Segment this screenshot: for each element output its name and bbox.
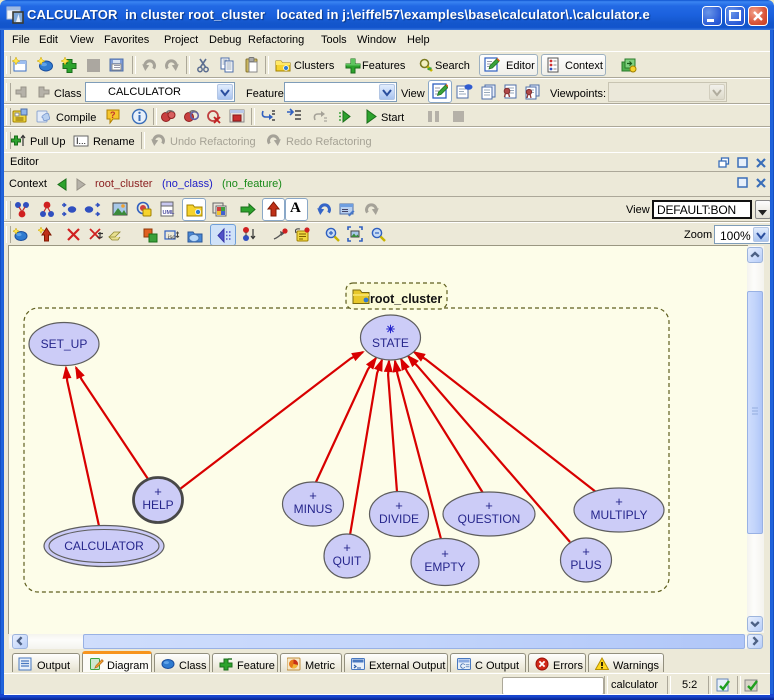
svg-text:EMPTY: EMPTY [424, 560, 465, 574]
svg-text:root_cluster: root_cluster [370, 292, 442, 306]
svg-text:STATE: STATE [372, 336, 409, 350]
svg-text:+: + [395, 498, 403, 513]
svg-text:MINUS: MINUS [294, 502, 333, 516]
svg-text:UML: UML [163, 210, 176, 216]
svg-text:?: ? [110, 110, 116, 120]
svg-text:+: + [615, 494, 623, 509]
svg-text:iso: iso [168, 235, 176, 241]
svg-text:+: + [309, 488, 317, 503]
svg-text:C=: C= [460, 662, 470, 671]
svg-text:PLUS: PLUS [570, 558, 601, 572]
svg-text:+: + [485, 498, 493, 513]
svg-text:✳: ✳ [386, 324, 395, 336]
svg-text:CALCULATOR: CALCULATOR [64, 539, 144, 553]
svg-text:QUESTION: QUESTION [458, 512, 521, 526]
svg-text:DIVIDE: DIVIDE [379, 512, 419, 526]
svg-text:+: + [343, 540, 351, 555]
svg-text:+: + [441, 546, 449, 561]
svg-text:QUIT: QUIT [333, 554, 362, 568]
svg-text:HELP: HELP [142, 498, 173, 512]
svg-text:+: + [154, 484, 162, 499]
svg-text:+: + [582, 544, 590, 559]
svg-text:SET_UP: SET_UP [41, 337, 88, 351]
svg-text:I...: I... [76, 136, 86, 146]
svg-text:MULTIPLY: MULTIPLY [591, 508, 648, 522]
